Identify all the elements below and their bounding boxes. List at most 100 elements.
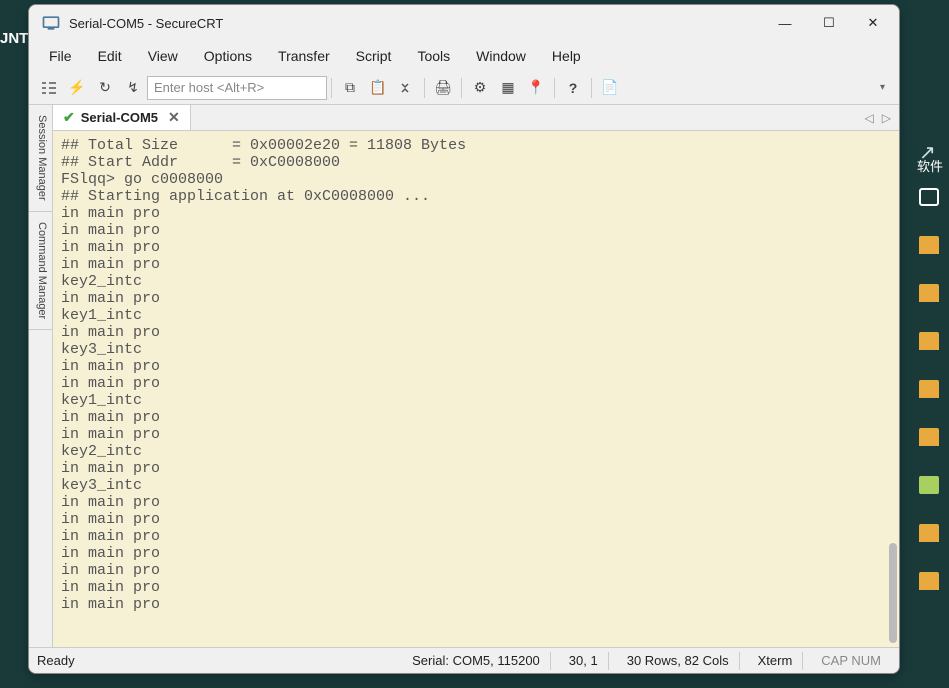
connect-icon[interactable] — [35, 75, 63, 101]
paste-icon[interactable]: 📋 — [364, 75, 392, 101]
menu-script[interactable]: Script — [344, 44, 404, 68]
terminal-line: in main pro — [61, 358, 891, 375]
terminal-line: key1_intc — [61, 307, 891, 324]
session-manager-tab[interactable]: Session Manager — [29, 105, 52, 212]
terminal-line: in main pro — [61, 460, 891, 477]
terminal-line: ## Start Addr = 0xC0008000 — [61, 154, 891, 171]
terminal-line: in main pro — [61, 426, 891, 443]
terminal-line: in main pro — [61, 596, 891, 613]
folder-icon — [919, 572, 939, 590]
script-icon[interactable]: 📄 — [596, 75, 624, 101]
separator — [424, 78, 425, 98]
terminal-line: in main pro — [61, 409, 891, 426]
help-icon[interactable]: ? — [559, 75, 587, 101]
box-icon — [919, 188, 939, 206]
print-icon[interactable]: 🖨 — [429, 75, 457, 101]
status-connection: Serial: COM5, 115200 — [402, 652, 551, 670]
folder-icon — [919, 428, 939, 446]
terminal-line: in main pro — [61, 562, 891, 579]
toolbar: ⚡ ↻ ↯ Enter host <Alt+R> ⧉ 📋 🖨 ⚙ ▦ 📍 ? 📄… — [29, 71, 899, 105]
scrollbar[interactable] — [883, 131, 899, 647]
folder-icon — [919, 284, 939, 302]
tab-next-icon[interactable]: ▷ — [882, 111, 891, 125]
tabstrip: ✔ Serial-COM5 ✕ ◁ ▷ — [53, 105, 899, 131]
main-area: ✔ Serial-COM5 ✕ ◁ ▷ ## Total Size = 0x00… — [53, 105, 899, 647]
terminal-line: in main pro — [61, 579, 891, 596]
reconnect-icon[interactable]: ↻ — [91, 75, 119, 101]
separator — [331, 78, 332, 98]
pin-icon[interactable]: 📍 — [522, 75, 550, 101]
terminal-line: in main pro — [61, 290, 891, 307]
terminal-line: in main pro — [61, 375, 891, 392]
disconnect-icon[interactable]: ↯ — [119, 75, 147, 101]
menu-window[interactable]: Window — [464, 44, 538, 68]
status-term: Xterm — [748, 652, 804, 670]
menu-options[interactable]: Options — [192, 44, 264, 68]
terminal-output[interactable]: ## Total Size = 0x00002e20 = 11808 Bytes… — [53, 131, 899, 647]
status-caps: CAP NUM — [811, 652, 891, 670]
menubar: File Edit View Options Transfer Script T… — [29, 41, 899, 71]
terminal-line: in main pro — [61, 494, 891, 511]
window-title: Serial-COM5 - SecureCRT — [69, 16, 763, 31]
titlebar[interactable]: Serial-COM5 - SecureCRT — ☐ ✕ — [29, 5, 899, 41]
settings-icon[interactable]: ⚙ — [466, 75, 494, 101]
terminal-line: key3_intc — [61, 477, 891, 494]
folder-icon — [919, 236, 939, 254]
folder-icon — [919, 380, 939, 398]
terminal-line: ## Starting application at 0xC0008000 ..… — [61, 188, 891, 205]
terminal-line: in main pro — [61, 324, 891, 341]
battery-icon — [919, 476, 939, 494]
find-icon[interactable] — [392, 75, 420, 101]
terminal-line: in main pro — [61, 545, 891, 562]
terminal-line: FSlqq> go c0008000 — [61, 171, 891, 188]
terminal-line: in main pro — [61, 222, 891, 239]
bg-label: 软件 — [917, 156, 943, 175]
side-tabs: Session Manager Command Manager — [29, 105, 53, 647]
desktop-icon-strip: 软件 ↗ — [909, 0, 949, 688]
scroll-thumb[interactable] — [889, 543, 897, 643]
terminal-line: in main pro — [61, 528, 891, 545]
terminal-line: in main pro — [61, 205, 891, 222]
app-icon — [41, 13, 61, 33]
background-text: JNT — [0, 30, 28, 47]
tab-nav: ◁ ▷ — [857, 111, 899, 125]
copy-icon[interactable]: ⧉ — [336, 75, 364, 101]
menu-help[interactable]: Help — [540, 44, 593, 68]
status-ready: Ready — [37, 652, 394, 670]
menu-transfer[interactable]: Transfer — [266, 44, 342, 68]
close-tab-icon[interactable]: ✕ — [168, 109, 180, 126]
body-area: Session Manager Command Manager ✔ Serial… — [29, 105, 899, 647]
command-manager-tab[interactable]: Command Manager — [29, 212, 52, 330]
separator — [591, 78, 592, 98]
menu-edit[interactable]: Edit — [86, 44, 134, 68]
host-placeholder: Enter host <Alt+R> — [154, 80, 264, 95]
toolbar-overflow-icon[interactable]: ▾ — [872, 82, 893, 93]
quick-connect-icon[interactable]: ⚡ — [63, 75, 91, 101]
app-window: Serial-COM5 - SecureCRT — ☐ ✕ File Edit … — [28, 4, 900, 674]
folder-icon — [919, 332, 939, 350]
menu-tools[interactable]: Tools — [405, 44, 462, 68]
status-size: 30 Rows, 82 Cols — [617, 652, 740, 670]
maximize-button[interactable]: ☐ — [807, 7, 851, 39]
tab-label: Serial-COM5 — [81, 110, 158, 125]
statusbar: Ready Serial: COM5, 115200 30, 1 30 Rows… — [29, 647, 899, 673]
session-tab[interactable]: ✔ Serial-COM5 ✕ — [53, 105, 191, 130]
terminal-line: key1_intc — [61, 392, 891, 409]
minimize-button[interactable]: — — [763, 7, 807, 39]
terminal-line: in main pro — [61, 511, 891, 528]
terminal-line: in main pro — [61, 256, 891, 273]
folder-icon — [919, 524, 939, 542]
separator — [554, 78, 555, 98]
status-cursor: 30, 1 — [559, 652, 609, 670]
menu-view[interactable]: View — [136, 44, 190, 68]
terminal-line: ## Total Size = 0x00002e20 = 11808 Bytes — [61, 137, 891, 154]
menu-file[interactable]: File — [37, 44, 84, 68]
checkmark-icon: ✔ — [63, 109, 75, 126]
close-button[interactable]: ✕ — [851, 7, 895, 39]
terminal-line: key2_intc — [61, 273, 891, 290]
terminal-line: in main pro — [61, 239, 891, 256]
host-input[interactable]: Enter host <Alt+R> — [147, 76, 327, 100]
separator — [461, 78, 462, 98]
tab-prev-icon[interactable]: ◁ — [865, 111, 874, 125]
session-options-icon[interactable]: ▦ — [494, 75, 522, 101]
